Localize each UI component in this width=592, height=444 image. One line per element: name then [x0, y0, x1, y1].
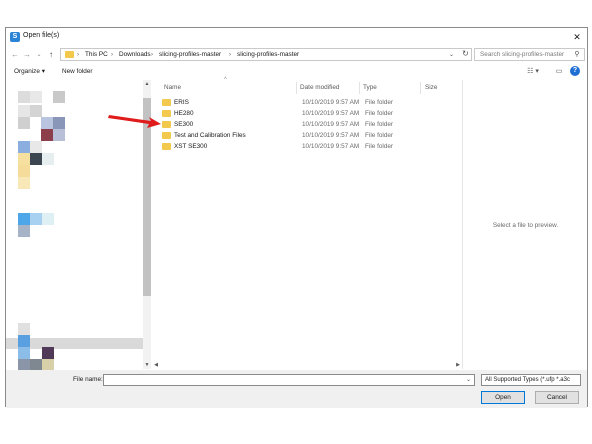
annotation-arrow — [108, 115, 161, 128]
red-arrow-icon — [108, 115, 161, 128]
